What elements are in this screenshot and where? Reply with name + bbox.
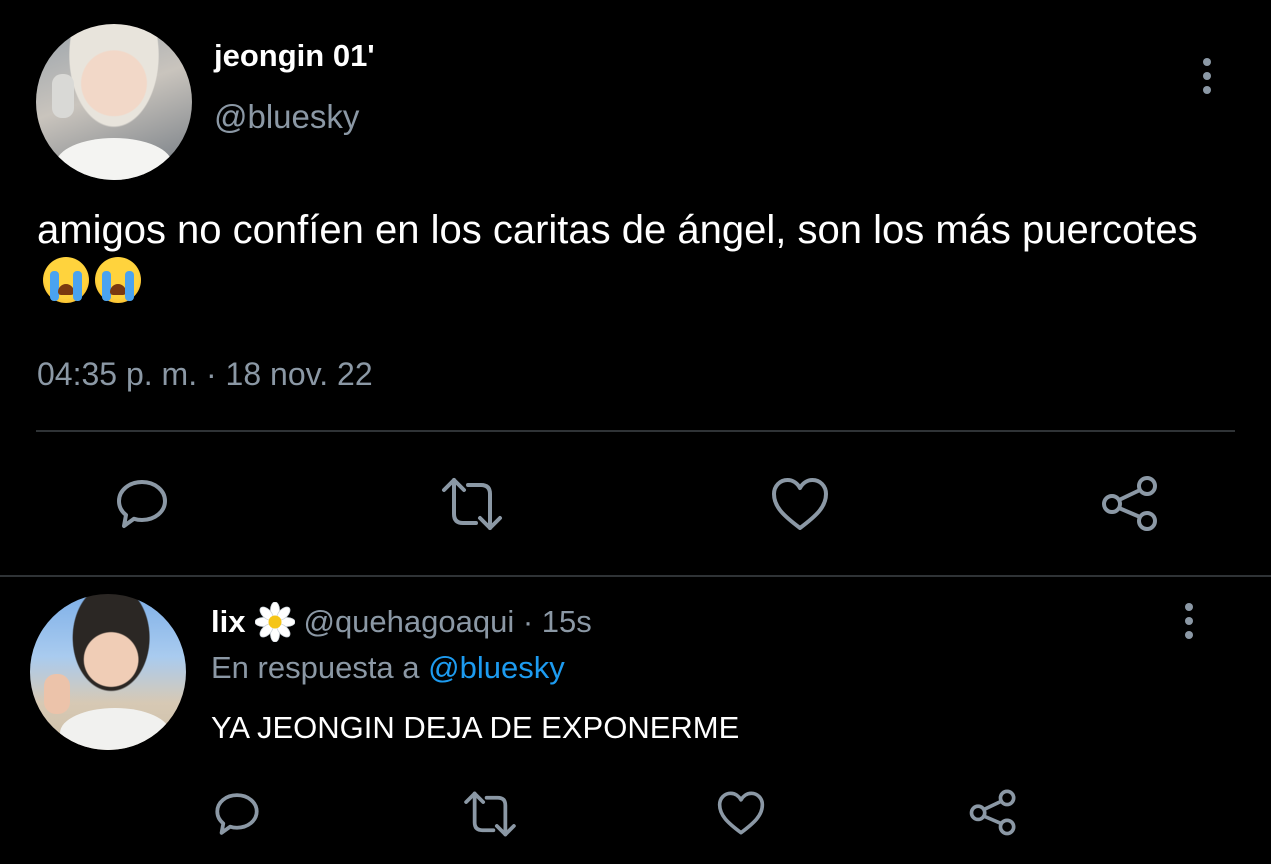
divider — [36, 430, 1235, 432]
avatar[interactable] — [36, 24, 192, 180]
share-icon[interactable] — [968, 788, 1018, 836]
display-name[interactable]: jeongin 01' — [214, 38, 375, 74]
loudly-crying-face-icon — [95, 257, 141, 303]
tweet-body: amigos no confíen en los caritas de ánge… — [37, 208, 1198, 252]
meta-separator: · — [197, 356, 226, 392]
tweet-time: 04:35 p. m. — [37, 356, 198, 392]
retweet-icon[interactable] — [461, 790, 519, 838]
tweet-text: YA JEONGIN DEJA DE EXPONERME — [211, 710, 740, 745]
replying-to: En respuesta a @bluesky — [211, 650, 565, 686]
replying-to-label: En respuesta a — [211, 650, 429, 685]
loudly-crying-face-icon — [43, 257, 89, 303]
divider — [0, 575, 1271, 577]
more-options-icon[interactable] — [1181, 603, 1197, 639]
share-icon[interactable] — [1100, 474, 1160, 532]
headphone-graphic — [52, 74, 74, 118]
display-name[interactable]: lix — [211, 604, 245, 640]
reply-header: lix @quehagoaqui · 15s — [211, 602, 592, 642]
tweet-date: 18 nov. 22 — [225, 356, 373, 392]
shirt-graphic — [56, 138, 172, 180]
daisy-icon — [255, 602, 296, 642]
handle-and-time[interactable]: @quehagoaqui · 15s — [303, 604, 591, 640]
reply-icon[interactable] — [213, 790, 261, 838]
tweet-timestamp: 04:35 p. m. · 18 nov. 22 — [37, 356, 373, 393]
shirt-graphic — [60, 708, 170, 750]
more-options-icon[interactable] — [1199, 58, 1215, 94]
user-handle[interactable]: @bluesky — [214, 98, 359, 136]
tweet-text: amigos no confíen en los caritas de ánge… — [37, 204, 1237, 311]
avatar[interactable] — [30, 594, 186, 750]
reply-icon[interactable] — [114, 476, 170, 532]
replying-to-handle-link[interactable]: @bluesky — [428, 650, 565, 685]
hand-graphic — [44, 674, 70, 714]
like-icon[interactable] — [770, 476, 830, 532]
like-icon[interactable] — [716, 790, 766, 836]
retweet-icon[interactable] — [438, 476, 506, 532]
